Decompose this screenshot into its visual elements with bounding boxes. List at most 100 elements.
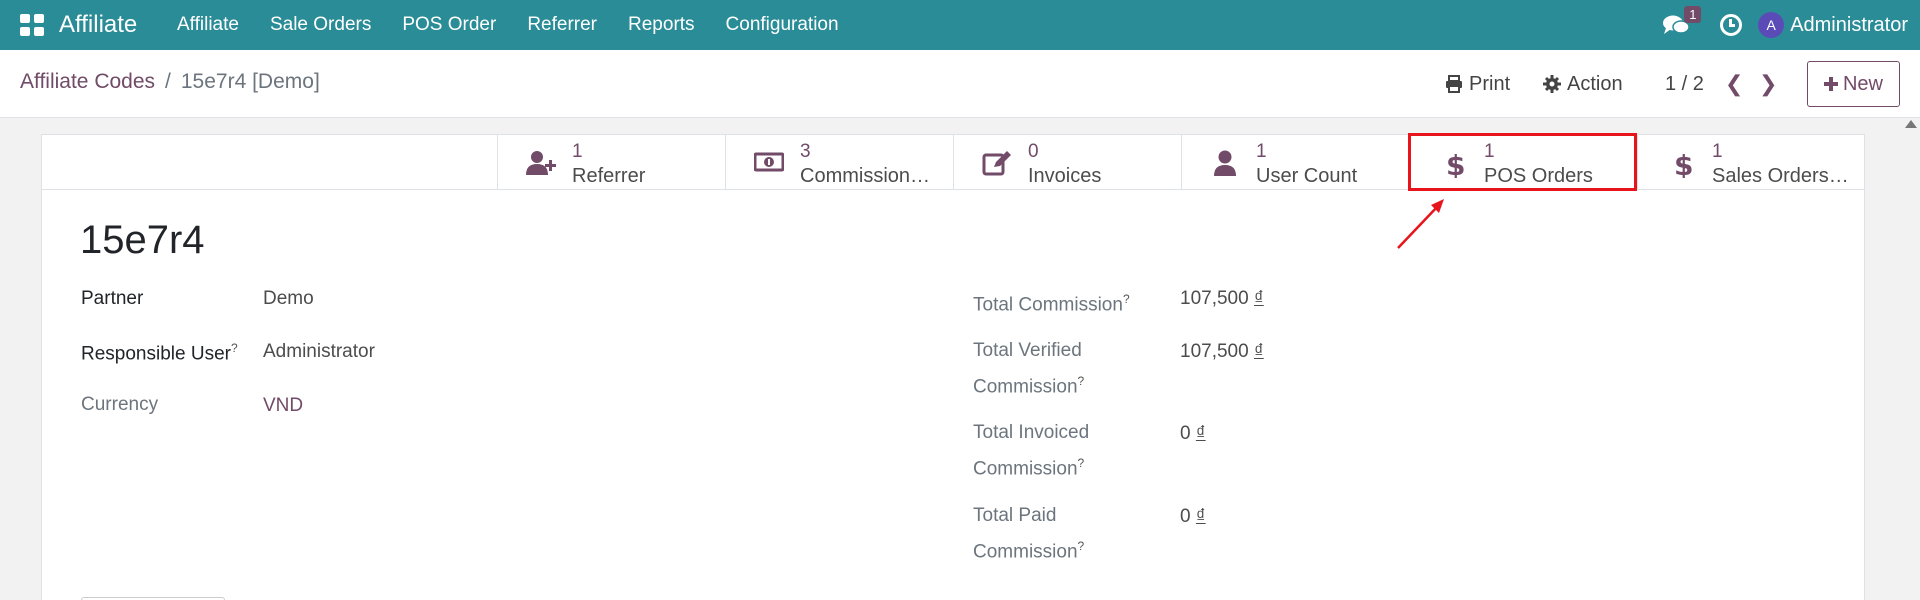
total-commission-label: Total Commission? — [973, 284, 1130, 320]
menu-item-pos-order[interactable]: POS Order — [402, 14, 496, 36]
record-title: 15e7r4 — [80, 218, 205, 262]
menu-item-referrer[interactable]: Referrer — [527, 14, 597, 36]
help-tooltip-icon[interactable]: ? — [1078, 456, 1085, 470]
stat-button-user-count[interactable]: 1 User Count — [1181, 135, 1409, 190]
label-line-2: Commission — [973, 458, 1078, 480]
apps-grid-icon[interactable] — [20, 14, 44, 36]
dollar-icon: $ — [1446, 150, 1465, 178]
print-icon — [1446, 75, 1462, 93]
breadcrumb-parent-link[interactable]: Affiliate Codes — [20, 70, 155, 93]
navbar-systray: 1 A Administrator — [1662, 0, 1908, 50]
currency-value[interactable]: VND — [263, 395, 303, 417]
menu-item-affiliate[interactable]: Affiliate — [177, 14, 239, 36]
stat-label: Sales Orders… — [1712, 165, 1849, 187]
money-bill-icon — [754, 152, 784, 172]
label-line-2: Commission — [973, 541, 1078, 563]
total-commission-label-text: Total Commission — [973, 294, 1123, 316]
stat-label: Referrer — [572, 165, 646, 187]
breadcrumb: Affiliate Codes / 15e7r4 [Demo] — [20, 70, 320, 94]
label-line-2: Commission — [973, 376, 1078, 398]
stat-value: 1 — [572, 141, 583, 162]
stat-button-invoices[interactable]: 0 Invoices — [953, 135, 1181, 190]
stat-button-pos-orders[interactable]: $ 1 POS Orders — [1409, 135, 1637, 190]
currency-symbol: ₫ — [1195, 423, 1206, 444]
menu-item-sale-orders[interactable]: Sale Orders — [270, 14, 371, 36]
avatar[interactable]: A — [1758, 12, 1785, 38]
responsible-user-label-text: Responsible User — [81, 343, 231, 365]
user-icon — [1214, 150, 1236, 176]
total-verified-commission-value: 107,500 ₫ — [1180, 341, 1264, 363]
print-label: Print — [1469, 72, 1511, 95]
svg-text:$: $ — [1674, 150, 1693, 178]
action-button[interactable]: Action — [1543, 50, 1623, 118]
control-panel: Affiliate Codes / 15e7r4 [Demo] Print Acti… — [0, 50, 1920, 118]
action-label: Action — [1567, 72, 1623, 95]
total-paid-commission-label: Total Paid Commission? — [973, 501, 1084, 567]
chevron-left-icon: ❮ — [1725, 71, 1744, 96]
pager-value[interactable]: 1 / 2 — [1665, 73, 1704, 96]
partner-value[interactable]: Demo — [263, 288, 314, 310]
amount: 0 — [1180, 506, 1191, 527]
scrollbar-up-arrow[interactable] — [1905, 120, 1917, 128]
help-tooltip-icon[interactable]: ? — [1078, 374, 1085, 388]
amount: 0 — [1180, 423, 1191, 444]
help-tooltip-icon[interactable]: ? — [1078, 539, 1085, 553]
stat-button-referrer[interactable]: 1 Referrer — [497, 135, 725, 190]
breadcrumb-separator: / — [165, 70, 171, 93]
help-tooltip-icon[interactable]: ? — [231, 341, 238, 355]
menu-item-reports[interactable]: Reports — [628, 14, 695, 36]
help-tooltip-icon[interactable]: ? — [1123, 292, 1130, 306]
main-menu: Affiliate Sale Orders POS Order Referrer… — [177, 0, 870, 50]
stat-value: 1 — [1256, 141, 1267, 162]
annotation-arrow-icon — [1397, 199, 1444, 249]
stat-value: 0 — [1028, 141, 1039, 162]
total-verified-commission-label: Total Verified Commission? — [973, 336, 1084, 402]
new-label: New — [1842, 72, 1883, 95]
amount: 107,500 — [1180, 288, 1249, 309]
currency-label: Currency — [81, 394, 159, 415]
label-line-1: Total Paid — [973, 505, 1057, 526]
amount: 107,500 — [1180, 341, 1249, 362]
smart-button-box: 1 Referrer 3 Commission… 0 Invoices 1 Us… — [42, 135, 1864, 190]
pager: 1 / 2 — [1665, 50, 1704, 118]
total-invoiced-commission-value: 0 ₫ — [1180, 423, 1206, 445]
label-line-1: Total Invoiced — [973, 422, 1090, 443]
currency-symbol: ₫ — [1195, 506, 1206, 527]
currency-symbol: ₫ — [1253, 341, 1264, 362]
total-invoiced-commission-label: Total Invoiced Commission? — [973, 418, 1089, 484]
stat-label: POS Orders — [1484, 165, 1593, 187]
edit-icon — [982, 151, 1011, 176]
stat-value: 3 — [800, 141, 811, 162]
plus-icon — [1823, 77, 1838, 91]
messaging-button[interactable]: 1 — [1662, 6, 1702, 37]
pager-next-button[interactable]: ❯ — [1759, 50, 1777, 118]
user-plus-icon — [526, 151, 556, 175]
partner-label: Partner — [81, 288, 144, 309]
total-commission-value: 107,500 ₫ — [1180, 288, 1264, 310]
gear-icon — [1543, 75, 1561, 93]
stat-button-commission[interactable]: 3 Commission… — [725, 135, 953, 190]
total-paid-commission-value: 0 ₫ — [1180, 506, 1206, 528]
chat-count-badge: 1 — [1684, 6, 1702, 23]
responsible-user-label: Responsible User? — [81, 341, 238, 365]
stat-label: Invoices — [1028, 165, 1102, 187]
responsible-user-value[interactable]: Administrator — [263, 341, 375, 363]
label-line-1: Total Verified — [973, 340, 1082, 361]
app-brand[interactable]: Affiliate — [59, 11, 137, 39]
stat-value: 1 — [1712, 141, 1723, 162]
form-sheet: 1 Referrer 3 Commission… 0 Invoices 1 Us… — [41, 134, 1865, 600]
print-button[interactable]: Print — [1445, 50, 1510, 118]
svg-text:$: $ — [1446, 150, 1465, 178]
pager-prev-button[interactable]: ❮ — [1725, 50, 1743, 118]
new-button[interactable]: New — [1807, 61, 1900, 107]
stat-button-sales-orders[interactable]: $ 1 Sales Orders… — [1637, 135, 1865, 190]
user-menu-name[interactable]: Administrator — [1790, 14, 1908, 37]
top-navbar: Affiliate Affiliate Sale Orders POS Orde… — [0, 0, 1920, 50]
activity-clock-icon[interactable] — [1720, 14, 1743, 36]
menu-item-configuration[interactable]: Configuration — [726, 14, 839, 36]
breadcrumb-current: 15e7r4 [Demo] — [180, 70, 320, 93]
dollar-icon: $ — [1674, 150, 1693, 178]
stat-label: Commission… — [800, 165, 931, 187]
chevron-right-icon: ❯ — [1759, 71, 1778, 96]
currency-symbol: ₫ — [1253, 288, 1264, 309]
